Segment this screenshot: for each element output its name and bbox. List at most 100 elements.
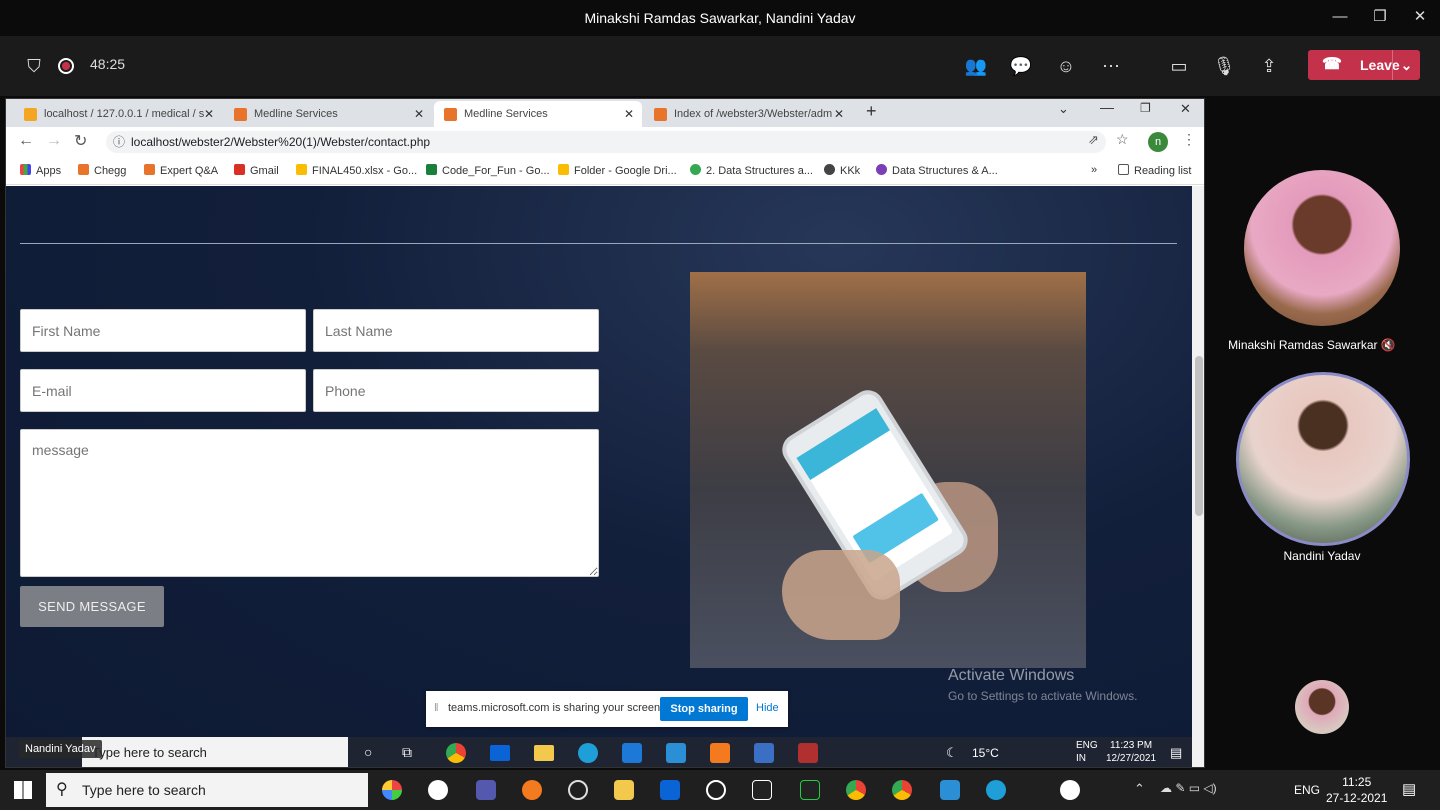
intellij-icon[interactable] <box>752 780 772 800</box>
page-scrollbar[interactable] <box>1192 186 1204 767</box>
tray-overflow-icon[interactable]: ⌃ <box>1134 781 1145 797</box>
message-textarea[interactable] <box>20 429 599 577</box>
chevron-down-icon[interactable]: ⌄ <box>1392 50 1420 80</box>
new-tab-button[interactable]: + <box>866 101 877 122</box>
bookmark-final450[interactable]: FINAL450.xlsx - Go... <box>296 164 417 177</box>
drive-icon <box>296 164 307 175</box>
email-input[interactable] <box>20 369 306 412</box>
reactions-icon[interactable]: ☺ <box>1054 54 1078 78</box>
reload-icon[interactable]: ↻ <box>74 131 87 151</box>
close-tab-icon[interactable]: ✕ <box>834 101 844 127</box>
xampp-icon <box>710 743 730 763</box>
pinned-app-icon[interactable] <box>382 780 402 800</box>
tab-index-of[interactable]: Index of /webster3/Webster/adm ✕ <box>644 101 852 127</box>
participant-name: Minakshi Ramdas Sawarkar 🔇 <box>1228 338 1396 352</box>
edge-icon[interactable] <box>986 780 1006 800</box>
tab-label: Medline Services <box>464 108 548 120</box>
participants-icon[interactable]: 👥 <box>964 54 988 78</box>
kebab-menu-icon[interactable]: ⋮ <box>1182 131 1196 148</box>
chat-icon[interactable]: 💬 <box>1009 54 1033 78</box>
bookmark-expert-qa[interactable]: Expert Q&A <box>144 164 218 177</box>
reading-list[interactable]: Reading list <box>1118 164 1191 177</box>
tab-medline-1[interactable]: Medline Services ✕ <box>224 101 432 127</box>
info-icon[interactable]: ⓘ <box>113 131 125 153</box>
minimize-icon[interactable]: — <box>1320 0 1360 36</box>
help-icon[interactable] <box>1060 780 1080 800</box>
tab-search-icon[interactable]: ⌄ <box>1058 101 1069 117</box>
url-field[interactable]: ⓘ localhost/webster2/Webster%20(1)/Webst… <box>106 131 1106 153</box>
close-tab-icon[interactable]: ✕ <box>624 101 634 127</box>
share-icon[interactable]: ⇗ <box>1088 132 1099 148</box>
close-icon[interactable]: ✕ <box>1400 0 1440 36</box>
pycharm-icon[interactable] <box>800 780 820 800</box>
tab-medline-active[interactable]: Medline Services ✕ <box>434 101 642 127</box>
notifications-icon[interactable]: ▤ <box>1402 780 1416 798</box>
bookmark-apps[interactable]: Apps <box>20 164 61 177</box>
self-avatar[interactable] <box>1295 680 1349 734</box>
avatar-minakshi[interactable] <box>1244 170 1400 326</box>
star-icon[interactable]: ☆ <box>1116 131 1129 148</box>
meeting-timer: 48:25 <box>90 56 126 72</box>
share-tray-icon[interactable]: ⇪ <box>1257 54 1281 78</box>
back-icon[interactable]: ← <box>18 132 34 150</box>
close-tab-icon[interactable]: ✕ <box>204 101 214 127</box>
tab-phpmyadmin[interactable]: localhost / 127.0.0.1 / medical / s ✕ <box>14 101 222 127</box>
maximize-icon[interactable]: ❐ <box>1360 0 1400 36</box>
url-text: localhost/webster2/Webster%20(1)/Webster… <box>131 135 431 149</box>
taskbar-search[interactable]: ⚲ Type here to search <box>46 773 368 807</box>
mic-muted-icon: 🔇 <box>1380 338 1396 352</box>
scroll-thumb[interactable] <box>1195 356 1203 516</box>
bookmark-folder-drive[interactable]: Folder - Google Dri... <box>558 164 677 177</box>
pinned-app-icon[interactable] <box>428 780 448 800</box>
globe-icon <box>824 164 835 175</box>
bookmark-code-for-fun[interactable]: Code_For_Fun - Go... <box>426 164 550 177</box>
chrome-icon[interactable] <box>846 780 866 800</box>
bookmark-kkk[interactable]: KKk <box>824 164 860 177</box>
browser-minimize-icon[interactable]: — <box>1100 99 1114 115</box>
system-clock[interactable]: 11:25 27-12-2021 <box>1326 774 1387 806</box>
mic-off-icon[interactable]: 🎙 <box>1212 54 1236 78</box>
teams-icon[interactable] <box>476 780 496 800</box>
bookmarks-overflow[interactable]: » <box>1091 164 1097 176</box>
stop-sharing-button[interactable]: Stop sharing <box>660 697 748 721</box>
phone-input[interactable] <box>313 369 599 412</box>
drag-handle-icon[interactable]: ‖ <box>434 702 439 714</box>
contact-page: SEND MESSAGE Activate Windows Go to Sett… <box>6 186 1192 767</box>
mail-icon[interactable] <box>660 780 680 800</box>
windows-start-icon[interactable] <box>14 781 32 799</box>
chrome-icon[interactable] <box>892 780 912 800</box>
close-tab-icon[interactable]: ✕ <box>414 101 424 127</box>
forward-icon[interactable]: → <box>46 132 62 150</box>
first-name-input[interactable] <box>20 309 306 352</box>
profile-avatar[interactable]: n <box>1148 132 1168 152</box>
bookmark-chegg[interactable]: Chegg <box>78 164 126 177</box>
leave-button[interactable]: ☎ Leave ⌄ <box>1308 50 1420 80</box>
last-name-input[interactable] <box>313 309 599 352</box>
weather-temp: 15°C <box>972 746 999 760</box>
pinned-app-icon[interactable] <box>522 780 542 800</box>
pinned-app-icon[interactable] <box>706 780 726 800</box>
windows-taskbar: ⚲ Type here to search ⌃ ☁ ✎ ▭ ◁) ENG 11:… <box>0 770 1440 810</box>
hide-banner-link[interactable]: Hide <box>756 702 779 714</box>
app-icon <box>798 743 818 763</box>
camera-off-icon[interactable]: ▭ <box>1167 54 1191 78</box>
more-options-icon[interactable]: ⋯ <box>1099 54 1123 78</box>
tray-icons[interactable]: ☁ ✎ ▭ ◁) <box>1160 781 1217 795</box>
send-message-button[interactable]: SEND MESSAGE <box>20 586 164 627</box>
phpmyadmin-icon <box>24 108 37 121</box>
drive-icon <box>558 164 569 175</box>
check-circle-icon <box>690 164 701 175</box>
pinned-app-icon[interactable] <box>568 780 588 800</box>
input-language[interactable]: ENG <box>1294 783 1320 797</box>
shared-browser-window: localhost / 127.0.0.1 / medical / s ✕ Med… <box>5 98 1205 768</box>
divider <box>20 243 1177 244</box>
browser-close-icon[interactable]: ✕ <box>1180 101 1191 117</box>
bookmark-gmail[interactable]: Gmail <box>234 164 279 177</box>
file-explorer-icon[interactable] <box>614 780 634 800</box>
bookmark-data-structures-2[interactable]: Data Structures & A... <box>876 164 998 177</box>
avatar-nandini[interactable] <box>1236 372 1410 546</box>
site-icon <box>876 164 887 175</box>
browser-restore-icon[interactable]: ❐ <box>1140 101 1151 115</box>
bookmark-data-structures-1[interactable]: 2. Data Structures a... <box>690 164 813 177</box>
vscode-icon[interactable] <box>940 780 960 800</box>
